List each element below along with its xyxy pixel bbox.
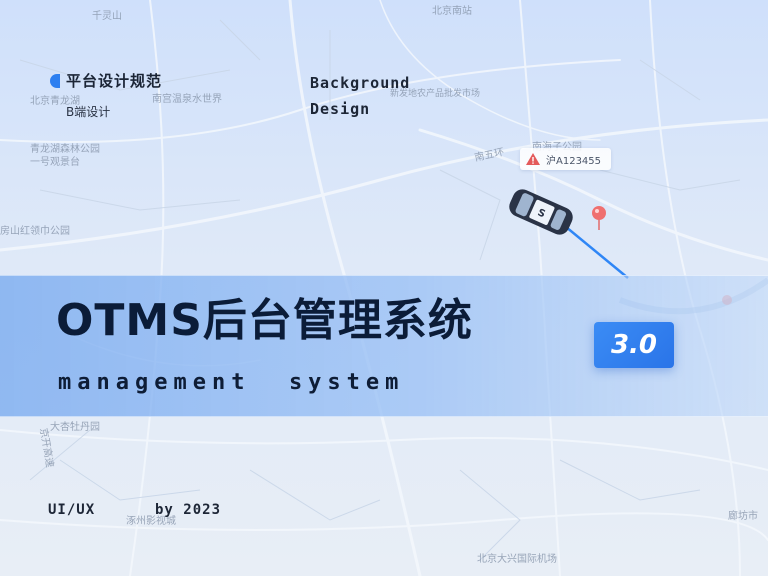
warning-icon bbox=[526, 153, 540, 165]
footer-year: by 2023 bbox=[155, 502, 222, 518]
footer-discipline: UI/UX bbox=[48, 502, 96, 518]
vehicle-plate-tag[interactable]: 沪A123455 bbox=[520, 148, 612, 170]
map-label: 青龙湖森林公园一号观景台 bbox=[30, 144, 100, 168]
brand-mark-icon bbox=[50, 73, 60, 88]
location-pin-icon[interactable] bbox=[590, 204, 608, 232]
background-design-label: Background Design bbox=[310, 70, 410, 122]
map-label: 廊坊市 bbox=[728, 511, 758, 522]
map-label: 南宫温泉水世界 bbox=[152, 94, 222, 105]
map-label: 北京南站 bbox=[432, 6, 472, 17]
version-number: 3.0 bbox=[610, 330, 658, 360]
map-label: 房山红领巾公园 bbox=[0, 226, 70, 237]
map-label: 北京大兴国际机场 bbox=[477, 554, 557, 565]
background-design-line1: Background bbox=[310, 74, 411, 92]
map-label: 千灵山 bbox=[92, 11, 122, 22]
brand-subtitle: B端设计 bbox=[66, 105, 111, 119]
car-icon[interactable]: S bbox=[506, 186, 576, 238]
page-subtitle: management system bbox=[58, 370, 405, 395]
vehicle-plate: 沪A123455 bbox=[546, 155, 602, 167]
map-label: 大杏牡丹园 bbox=[50, 422, 100, 433]
brand-title: 平台设计规范 bbox=[66, 72, 163, 90]
version-badge: 3.0 bbox=[594, 322, 674, 368]
page-title: OTMS后台管理系统 bbox=[56, 295, 473, 346]
brand: 平台设计规范 bbox=[50, 70, 162, 91]
background-design-line2: Design bbox=[310, 100, 371, 118]
